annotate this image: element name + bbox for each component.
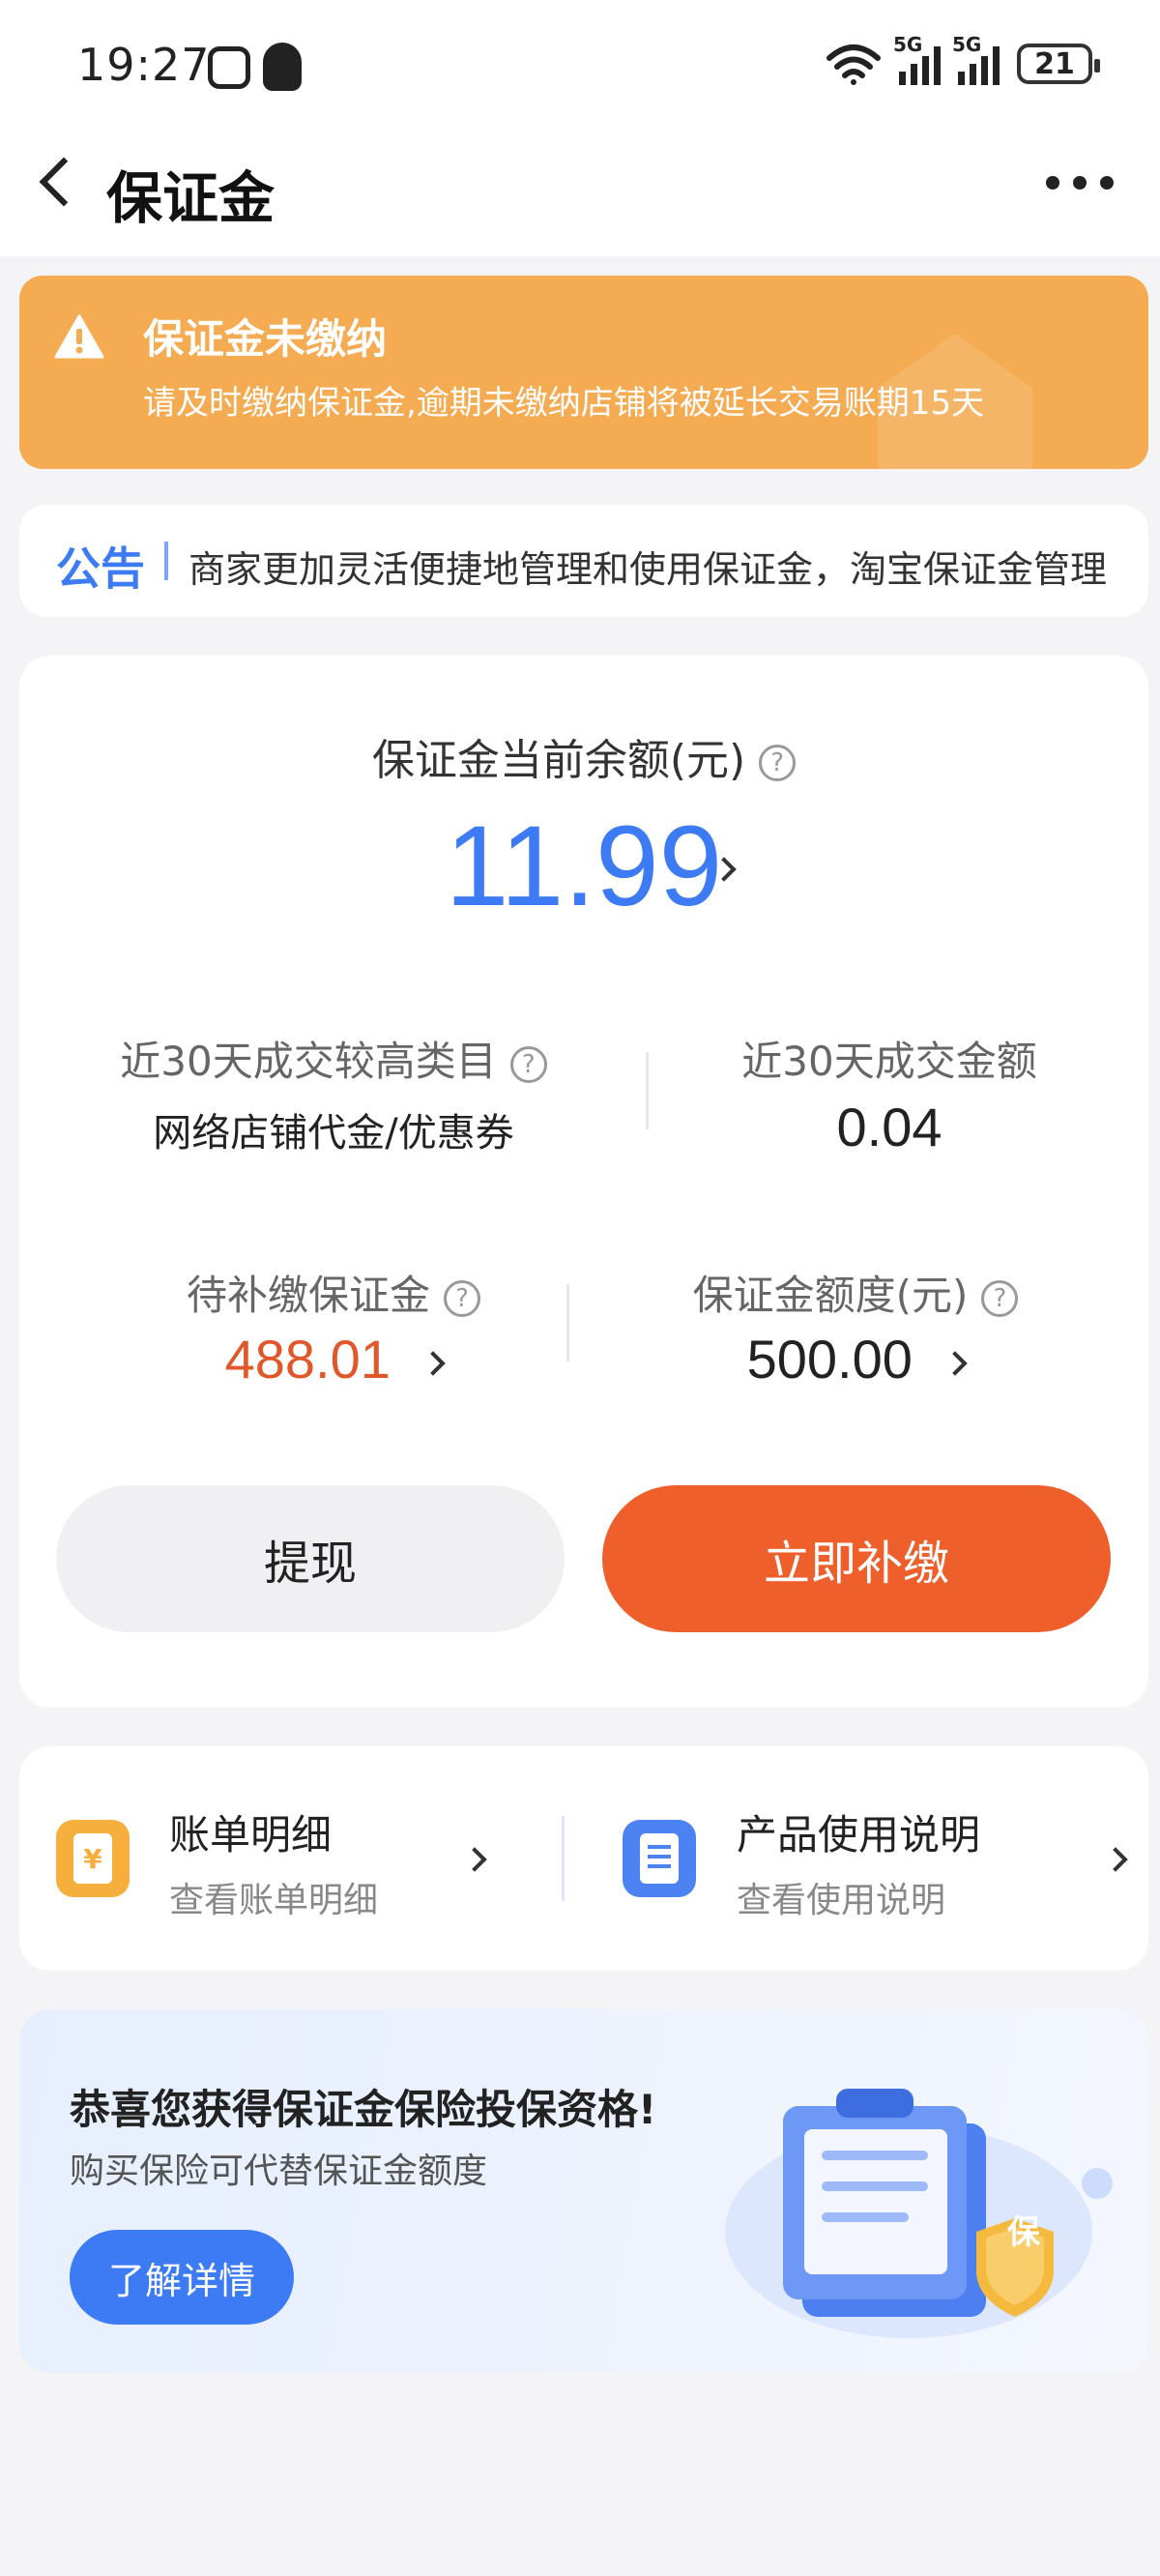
- help-icon[interactable]: ?: [509, 1045, 547, 1083]
- deposit-quota-stat[interactable]: 保证金额度(元)? 500.00: [580, 1263, 1131, 1390]
- cellular-signal-icon-2: 5G: [952, 33, 1000, 85]
- qq-notification-icon: [263, 43, 302, 91]
- wifi-icon: [826, 44, 881, 85]
- notice-divider: [164, 542, 168, 580]
- warning-icon: [54, 314, 104, 359]
- deposit-summary-card: 保证金当前余额(元)? 11.99 近30天成交较高类目? 网络店铺代金/优惠券…: [19, 656, 1148, 1708]
- notice-text: 商家更加灵活便捷地管理和使用保证金，淘宝保证金管理: [188, 548, 1108, 591]
- learn-more-button[interactable]: 了解详情: [70, 2230, 294, 2325]
- receipt-icon: ¥: [56, 1820, 130, 1897]
- help-icon[interactable]: ?: [444, 1279, 480, 1317]
- product-guide-link[interactable]: 产品使用说明 查看使用说明: [580, 1746, 1148, 1971]
- top-category-value: 网络店铺代金/优惠券: [153, 1111, 514, 1156]
- top-category-label: 近30天成交较高类目: [120, 1038, 497, 1085]
- trade-amount-value: 0.04: [836, 1097, 942, 1157]
- warning-banner[interactable]: 保证金未缴纳 请及时缴纳保证金,逾期未缴纳店铺将被延长交易账期15天: [19, 276, 1148, 469]
- deposit-quota-label: 保证金额度(元): [692, 1272, 969, 1319]
- help-icon[interactable]: ?: [981, 1279, 1019, 1317]
- status-indicators: 5G 5G 21: [826, 33, 1100, 85]
- warning-title: 保证金未缴纳: [143, 315, 388, 363]
- shield-label: 保: [1007, 2213, 1040, 2252]
- warning-text: 请及时缴纳保证金,逾期未缴纳店铺将被延长交易账期15天: [143, 384, 985, 423]
- notice-bar[interactable]: 公告 商家更加灵活便捷地管理和使用保证金，淘宝保证金管理: [19, 505, 1148, 617]
- chevron-right-icon: [942, 1351, 969, 1376]
- stats-divider: [646, 1052, 649, 1129]
- battery-level: 21: [1034, 46, 1075, 81]
- pending-deposit-label: 待补缴保证金: [186, 1272, 430, 1319]
- stats-divider-2: [566, 1284, 569, 1361]
- trade-amount-label: 近30天成交金额: [741, 1038, 1037, 1085]
- chevron-right-icon: [420, 1351, 447, 1376]
- trade-amount-stat: 近30天成交金额 0.04: [657, 1029, 1121, 1158]
- page-title: 保证金: [106, 165, 276, 231]
- deposit-quota-value: 500.00: [746, 1329, 913, 1390]
- bill-detail-link[interactable]: ¥ 账单明细 查看账单明细: [19, 1746, 561, 1971]
- status-time: 19:27: [77, 39, 211, 91]
- clipboard-icon: [623, 1820, 696, 1897]
- links-divider: [562, 1816, 565, 1901]
- links-card: ¥ 账单明细 查看账单明细 产品使用说明 查看使用说明: [19, 1746, 1148, 1971]
- balance-label-row: 保证金当前余额(元)?: [19, 725, 1148, 787]
- hand-notification-icon: [208, 46, 250, 89]
- bill-detail-title: 账单明细: [169, 1811, 333, 1859]
- network-type-label: 5G: [893, 33, 923, 56]
- cellular-signal-icon: 5G: [893, 33, 941, 85]
- insurance-promo-card: 恭喜您获得保证金保险投保资格! 购买保险可代替保证金额度 了解详情 保: [19, 2009, 1148, 2373]
- pay-now-button[interactable]: 立即补缴: [602, 1485, 1111, 1632]
- chevron-right-icon: [1103, 1846, 1128, 1872]
- top-category-stat: 近30天成交较高类目? 网络店铺代金/优惠券: [58, 1029, 609, 1157]
- balance-label: 保证金当前余额(元): [371, 736, 746, 785]
- chevron-right-icon: [462, 1846, 487, 1872]
- product-guide-subtitle: 查看使用说明: [737, 1881, 946, 1920]
- help-icon[interactable]: ?: [759, 745, 797, 781]
- balance-chevron-right-icon[interactable]: [711, 856, 737, 882]
- product-guide-title: 产品使用说明: [737, 1811, 981, 1859]
- insurance-document-illustration-icon: [725, 2089, 1113, 2338]
- notice-tag: 公告: [56, 542, 145, 595]
- balance-value[interactable]: 11.99: [19, 801, 1148, 932]
- more-icon[interactable]: [1046, 176, 1114, 190]
- insurance-subtitle: 购买保险可代替保证金额度: [70, 2152, 488, 2191]
- network-type-label-2: 5G: [952, 33, 982, 56]
- withdraw-button[interactable]: 提现: [56, 1485, 565, 1632]
- pending-deposit-stat[interactable]: 待补缴保证金? 488.01: [58, 1263, 609, 1390]
- battery-icon: 21: [1017, 44, 1100, 84]
- insurance-title: 恭喜您获得保证金保险投保资格!: [70, 2086, 657, 2133]
- bill-detail-subtitle: 查看账单明细: [169, 1881, 379, 1920]
- pending-deposit-value: 488.01: [224, 1329, 391, 1390]
